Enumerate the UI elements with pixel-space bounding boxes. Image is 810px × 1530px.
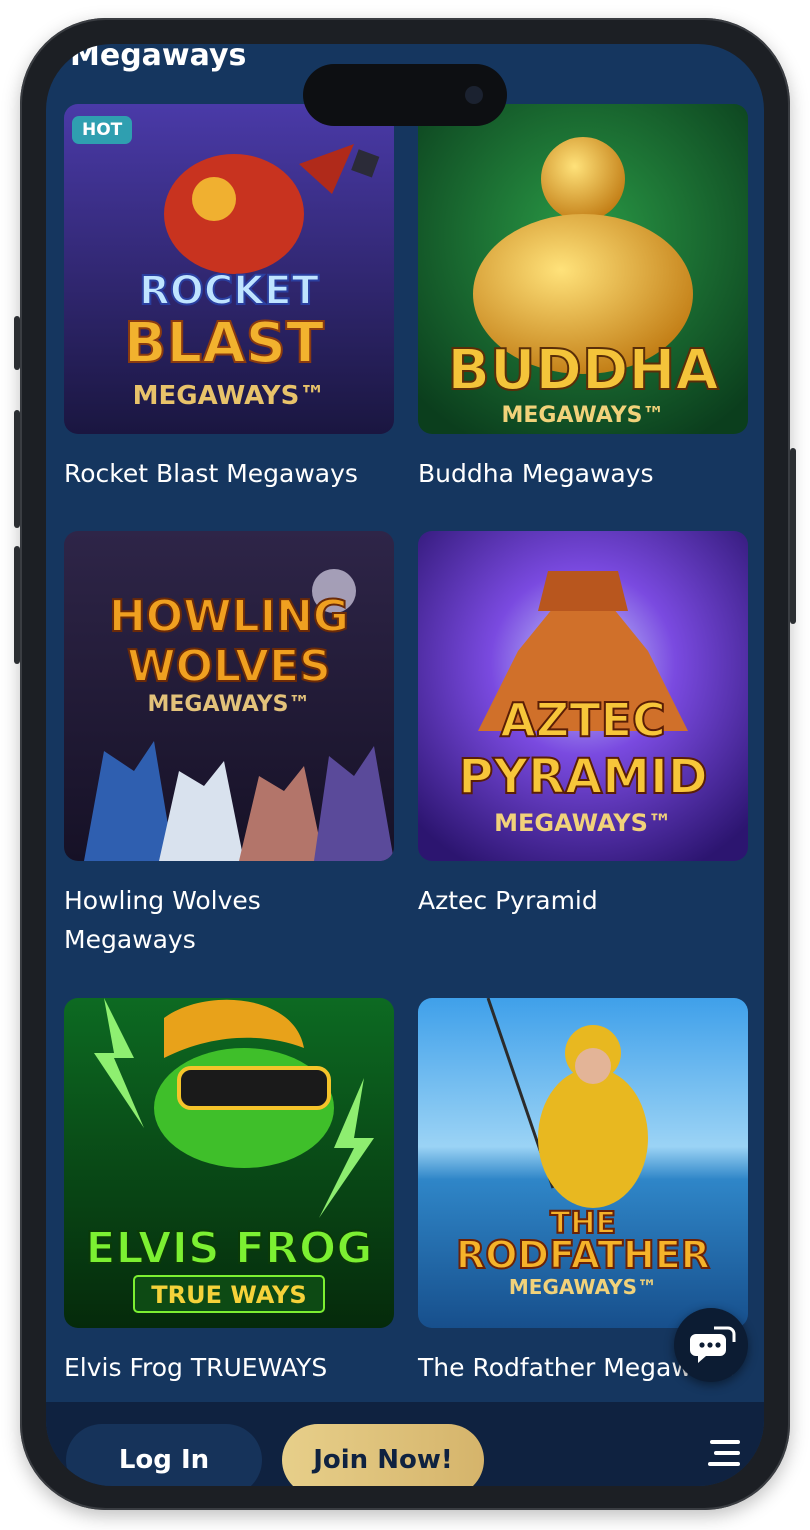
- game-card-aztec-pyramid[interactable]: AZTEC PYRAMID MEGAWAYS™ Aztec Pyramid: [418, 531, 748, 920]
- art-subtitle: MEGAWAYS™: [133, 381, 326, 411]
- art-title-line2: BLAST: [124, 311, 324, 376]
- game-card-howling-wolves[interactable]: HOWLING WOLVES MEGAWAYS™ Howling Wolves …: [64, 531, 394, 959]
- section-title: Megaways: [70, 44, 247, 73]
- game-card-rocket-blast[interactable]: HOT ROCKET BLAST MEGAWAYS™ Rocket Blast …: [64, 104, 394, 493]
- game-art-the-rodfather: THE RODFATHER MEGAWAYS™: [418, 998, 748, 1328]
- game-card-elvis-frog[interactable]: ELVIS FROG TRUE WAYS Elvis Frog TRUEWAYS: [64, 998, 394, 1387]
- game-thumbnail[interactable]: HOWLING WOLVES MEGAWAYS™: [64, 531, 394, 861]
- join-now-button[interactable]: Join Now!: [282, 1424, 484, 1486]
- hot-badge: HOT: [72, 116, 133, 144]
- art-subtitle: MEGAWAYS™: [502, 403, 665, 428]
- chat-button[interactable]: [674, 1308, 748, 1382]
- phone-volume-down: [14, 546, 20, 664]
- login-button[interactable]: Log In: [66, 1424, 262, 1486]
- game-thumbnail[interactable]: AZTEC PYRAMID MEGAWAYS™: [418, 531, 748, 861]
- art-title-line1: ROCKET: [139, 268, 319, 314]
- game-thumbnail[interactable]: BUDDHA MEGAWAYS™: [418, 104, 748, 434]
- art-subtitle: MEGAWAYS™: [148, 692, 311, 717]
- art-subtitle: MEGAWAYS™: [509, 1275, 657, 1299]
- art-title-line2: WOLVES: [127, 641, 331, 692]
- phone-volume-up: [14, 410, 20, 528]
- chat-bubble-icon: [690, 1326, 736, 1363]
- art-title-line1: ELVIS FROG: [86, 1223, 373, 1274]
- game-thumbnail[interactable]: ELVIS FROG TRUE WAYS: [64, 998, 394, 1328]
- art-title-line1: AZTEC: [500, 693, 666, 747]
- app-screen: Megaways HOT ROCKET BLAST MEGAWAYS™ Rock…: [46, 44, 764, 1486]
- game-art-buddha: BUDDHA MEGAWAYS™: [418, 104, 748, 434]
- game-title[interactable]: Aztec Pyramid: [418, 881, 748, 920]
- dynamic-island: [303, 64, 507, 126]
- game-thumbnail[interactable]: HOT ROCKET BLAST MEGAWAYS™: [64, 104, 394, 434]
- game-art-aztec-pyramid: AZTEC PYRAMID MEGAWAYS™: [418, 531, 748, 861]
- phone-power-button: [790, 448, 796, 624]
- hamburger-menu-icon[interactable]: [706, 1438, 740, 1472]
- game-art-howling-wolves: HOWLING WOLVES MEGAWAYS™: [64, 531, 394, 861]
- game-card-buddha[interactable]: BUDDHA MEGAWAYS™ Buddha Megaways: [418, 104, 748, 493]
- art-subtitle: MEGAWAYS™: [494, 809, 672, 837]
- game-art-elvis-frog: ELVIS FROG TRUE WAYS: [64, 998, 394, 1328]
- game-title[interactable]: Rocket Blast Megaways: [64, 454, 394, 493]
- art-title-line1: HOWLING: [109, 591, 349, 642]
- phone-silent-switch: [14, 316, 20, 370]
- game-title[interactable]: Howling Wolves Megaways: [64, 881, 394, 959]
- game-title[interactable]: Elvis Frog TRUEWAYS: [64, 1348, 394, 1387]
- game-thumbnail[interactable]: THE RODFATHER MEGAWAYS™: [418, 998, 748, 1328]
- game-art-rocket-blast: ROCKET BLAST MEGAWAYS™: [64, 104, 394, 434]
- bottom-bar: Log In Join Now!: [46, 1402, 764, 1486]
- art-title-line2: TRUE WAYS: [151, 1281, 306, 1309]
- camera-icon: [465, 86, 483, 104]
- art-title-line2: PYRAMID: [458, 749, 708, 805]
- game-title[interactable]: Buddha Megaways: [418, 454, 748, 493]
- art-title-line2: RODFATHER: [456, 1233, 710, 1277]
- art-title-line1: BUDDHA: [447, 338, 719, 403]
